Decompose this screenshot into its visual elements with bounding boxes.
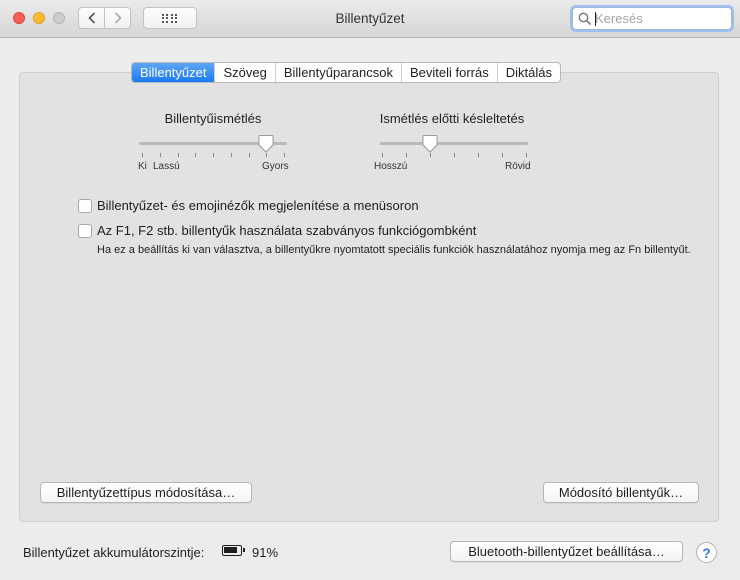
slider-tick [478, 153, 479, 157]
slider-tick [195, 153, 196, 157]
slider-tick [231, 153, 232, 157]
slider-knob[interactable] [258, 135, 274, 153]
slider-track [380, 142, 528, 145]
modifier-keys-button[interactable]: Módosító billentyűk… [543, 482, 699, 503]
title-bar: Billentyűzet Keresés [0, 0, 740, 38]
battery-icon [222, 545, 245, 556]
tab-bar: Billentyűzet Szöveg Billentyűparancsok B… [131, 62, 561, 83]
slider-knob[interactable] [422, 135, 438, 153]
settings-panel [19, 72, 719, 522]
help-button[interactable]: ? [696, 542, 717, 563]
key-repeat-label: Billentyűismétlés [164, 111, 262, 126]
tab-keyboard[interactable]: Billentyűzet [132, 63, 215, 82]
show-viewers-label[interactable]: Billentyűzet- és emojinézők megjelenítés… [97, 198, 419, 213]
tab-dictation[interactable]: Diktálás [496, 63, 560, 82]
delay-max-label: Rövid [505, 161, 531, 172]
key-repeat-max-label: Gyors [262, 161, 289, 172]
battery-fill [224, 547, 237, 553]
slider-tick [213, 153, 214, 157]
search-placeholder: Keresés [595, 11, 643, 26]
slider-tick [178, 153, 179, 157]
fn-keys-label[interactable]: Az F1, F2 stb. billentyűk használata sza… [97, 223, 476, 238]
fn-keys-description: Ha ez a beállítás ki van választva, a bi… [97, 244, 691, 256]
slider-tick [160, 153, 161, 157]
slider-tick [526, 153, 527, 157]
text-cursor [595, 12, 596, 26]
fn-keys-checkbox[interactable] [78, 223, 92, 238]
key-repeat-min-label: Ki [138, 161, 147, 172]
slider-tick [430, 153, 431, 157]
search-field[interactable]: Keresés [572, 7, 732, 30]
key-repeat-slow-label: Lassú [153, 161, 180, 172]
slider-tick [249, 153, 250, 157]
tab-shortcuts[interactable]: Billentyűparancsok [274, 63, 401, 82]
slider-tick [266, 153, 267, 157]
show-viewers-checkbox[interactable] [78, 198, 92, 213]
tab-input-sources[interactable]: Beviteli forrás [400, 63, 497, 82]
change-keyboard-type-button[interactable]: Billentyűzettípus módosítása… [40, 482, 252, 503]
slider-tick [454, 153, 455, 157]
slider-tick [382, 153, 383, 157]
show-viewers-checkbox-row[interactable]: Billentyűzet- és emojinézők megjelenítés… [78, 198, 419, 213]
slider-tick [406, 153, 407, 157]
bluetooth-keyboard-setup-button[interactable]: Bluetooth-billentyűzet beállítása… [450, 541, 683, 562]
battery-nub [243, 548, 245, 552]
delay-min-label: Hosszú [374, 161, 408, 172]
fn-keys-checkbox-row[interactable]: Az F1, F2 stb. billentyűk használata sza… [78, 223, 476, 238]
slider-tick [502, 153, 503, 157]
battery-percent: 91% [252, 545, 279, 560]
slider-tick [142, 153, 143, 157]
slider-tick [284, 153, 285, 157]
delay-label: Ismétlés előtti késleltetés [379, 111, 525, 126]
search-icon [578, 12, 592, 26]
tab-text[interactable]: Szöveg [214, 63, 274, 82]
battery-level-label: Billentyűzet akkumulátorszintje: [23, 545, 205, 560]
